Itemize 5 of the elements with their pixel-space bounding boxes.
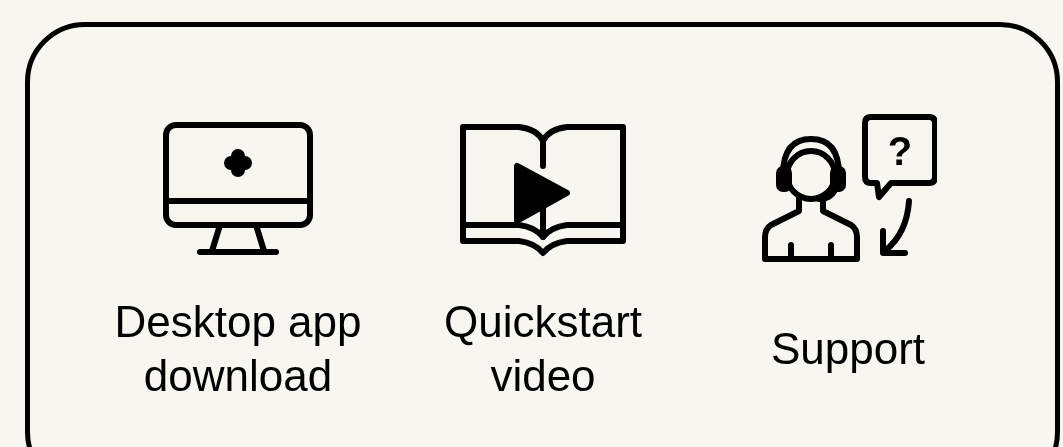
- link-label[interactable]: Desktop app download: [88, 295, 388, 403]
- desktop-monitor-icon: [162, 121, 314, 257]
- book-play-icon: [459, 121, 627, 257]
- link-label[interactable]: Quickstart video: [393, 295, 693, 403]
- link-label[interactable]: Support: [698, 322, 998, 376]
